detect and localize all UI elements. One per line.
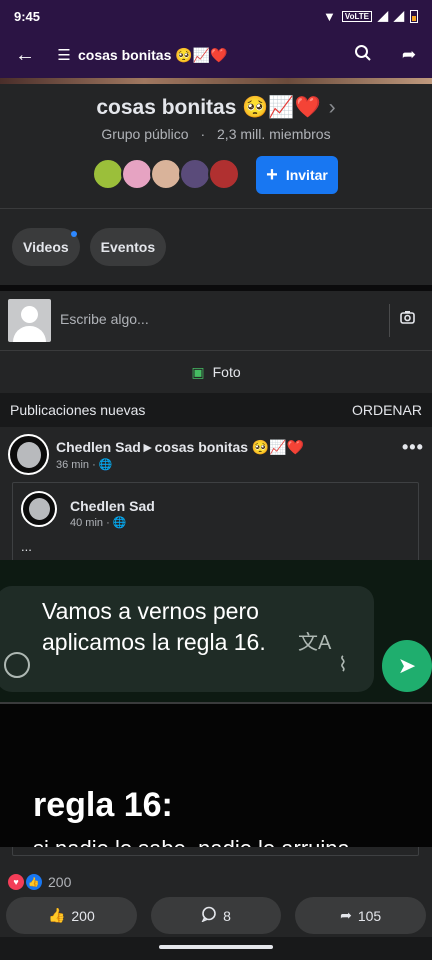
share-count: 105: [357, 907, 382, 924]
app-bar: ← ☰ cosas bonitas 🥺📈❤️ ➦: [0, 32, 432, 78]
post-author[interactable]: Chedlen Sad►cosas bonitas 🥺📈❤️: [56, 439, 304, 456]
chevron-right-icon: ›: [328, 96, 336, 119]
appbar-title: cosas bonitas 🥺📈❤️: [78, 46, 228, 63]
camera-icon[interactable]: [400, 310, 415, 327]
group-tabs: Videos Eventos: [0, 209, 432, 285]
translate-icon: 文A: [298, 632, 332, 654]
member-avatar[interactable]: [92, 158, 124, 190]
emoji-icon: [4, 652, 30, 678]
love-reaction-icon: ♥: [8, 874, 24, 890]
member-avatar[interactable]: [150, 158, 182, 190]
tab-videos[interactable]: Videos: [12, 228, 80, 266]
group-header: cosas bonitas 🥺📈❤️ › Grupo público · 2,3 …: [0, 84, 432, 209]
notification-dot: [70, 231, 77, 237]
menu-icon[interactable]: ☰: [50, 46, 78, 64]
member-avatar[interactable]: [121, 158, 153, 190]
composer-input[interactable]: Escribe algo...: [60, 311, 149, 327]
more-options-icon[interactable]: •••: [402, 437, 424, 458]
post-composer: Escribe algo...: [0, 291, 432, 351]
avatar[interactable]: [21, 491, 57, 527]
meta-separator: ·: [106, 517, 110, 529]
globe-icon: 🌐: [98, 459, 113, 471]
like-count: 200: [71, 907, 95, 924]
group-privacy: Grupo público: [101, 126, 189, 142]
send-icon: ➤: [382, 640, 432, 692]
avatar[interactable]: [8, 299, 51, 342]
back-arrow-icon[interactable]: ←: [0, 44, 50, 67]
shared-author[interactable]: Chedlen Sad: [70, 498, 155, 514]
wifi-icon: ▼: [322, 8, 336, 24]
meta-separator: ·: [92, 459, 96, 471]
home-indicator[interactable]: [159, 945, 273, 949]
group-meta: Grupo público · 2,3 mill. miembros: [0, 126, 432, 142]
meme-caption: si nadie lo sabe, nadie lo arruina: [33, 836, 350, 847]
shared-text: ...: [21, 539, 32, 554]
shared-time: 40 min · 🌐: [70, 516, 127, 529]
paperclip-icon: ⌇: [338, 654, 348, 676]
thumbs-up-icon: 👍: [47, 907, 66, 923]
divider: [389, 304, 390, 337]
member-avatar[interactable]: [179, 158, 211, 190]
share-icon: ➦: [340, 907, 352, 923]
group-name-link[interactable]: cosas bonitas 🥺📈❤️ ›: [0, 96, 432, 120]
photo-icon: ▣: [191, 363, 205, 380]
tab-label: Eventos: [100, 239, 156, 255]
member-avatar[interactable]: [208, 158, 240, 190]
tab-label: Videos: [23, 239, 69, 255]
post-actions: 👍 200 8 ➦ 105: [0, 897, 432, 937]
member-avatars[interactable]: [92, 158, 240, 190]
post-time: 36 min · 🌐: [56, 458, 113, 471]
meta-separator: ·: [200, 126, 206, 142]
time-text: 40 min: [70, 517, 104, 529]
time-text: 36 min: [56, 459, 90, 471]
photo-label: Foto: [212, 364, 241, 380]
feed-header: Publicaciones nuevas ORDENAR: [0, 393, 432, 427]
reaction-count: 200: [48, 874, 72, 890]
comment-icon: [201, 906, 217, 925]
tab-eventos[interactable]: Eventos: [89, 228, 167, 266]
invite-label: Invitar: [285, 167, 328, 183]
sort-button[interactable]: ORDENAR: [352, 402, 422, 418]
invite-button[interactable]: + Invitar: [256, 156, 338, 194]
globe-icon: 🌐: [112, 517, 127, 529]
group-name: cosas bonitas 🥺📈❤️: [96, 96, 321, 119]
feed-title: Publicaciones nuevas: [10, 402, 146, 418]
volte-icon: VoLTE: [341, 10, 372, 22]
photo-button[interactable]: ▣ Foto: [0, 351, 432, 393]
status-time: 9:45: [14, 8, 41, 24]
comment-button[interactable]: 8: [150, 897, 282, 934]
avatar[interactable]: [8, 434, 49, 475]
plus-icon: +: [266, 163, 278, 186]
search-icon[interactable]: [340, 44, 386, 67]
status-bar: 9:45 ▼ VoLTE ◢ ◢: [0, 0, 432, 32]
reaction-summary[interactable]: ♥ 👍 200: [0, 867, 432, 897]
signal-icon: ◢: [394, 8, 404, 23]
member-count: 2,3 mill. miembros: [217, 126, 331, 142]
share-icon[interactable]: ➦: [386, 45, 432, 65]
post-image[interactable]: Vamos a vernos pero aplicamos la regla 1…: [0, 560, 432, 847]
like-button[interactable]: 👍 200: [6, 897, 137, 934]
system-nav-bar: [0, 937, 432, 960]
like-reaction-icon: 👍: [26, 874, 42, 890]
comment-count: 8: [223, 907, 231, 924]
bubble-text: Vamos a vernos pero aplicamos la regla 1…: [42, 598, 266, 655]
battery-icon: [410, 9, 418, 23]
meme-heading: regla 16:: [33, 786, 173, 824]
share-button[interactable]: ➦ 105: [295, 897, 427, 934]
signal-icon: ◢: [378, 8, 388, 23]
